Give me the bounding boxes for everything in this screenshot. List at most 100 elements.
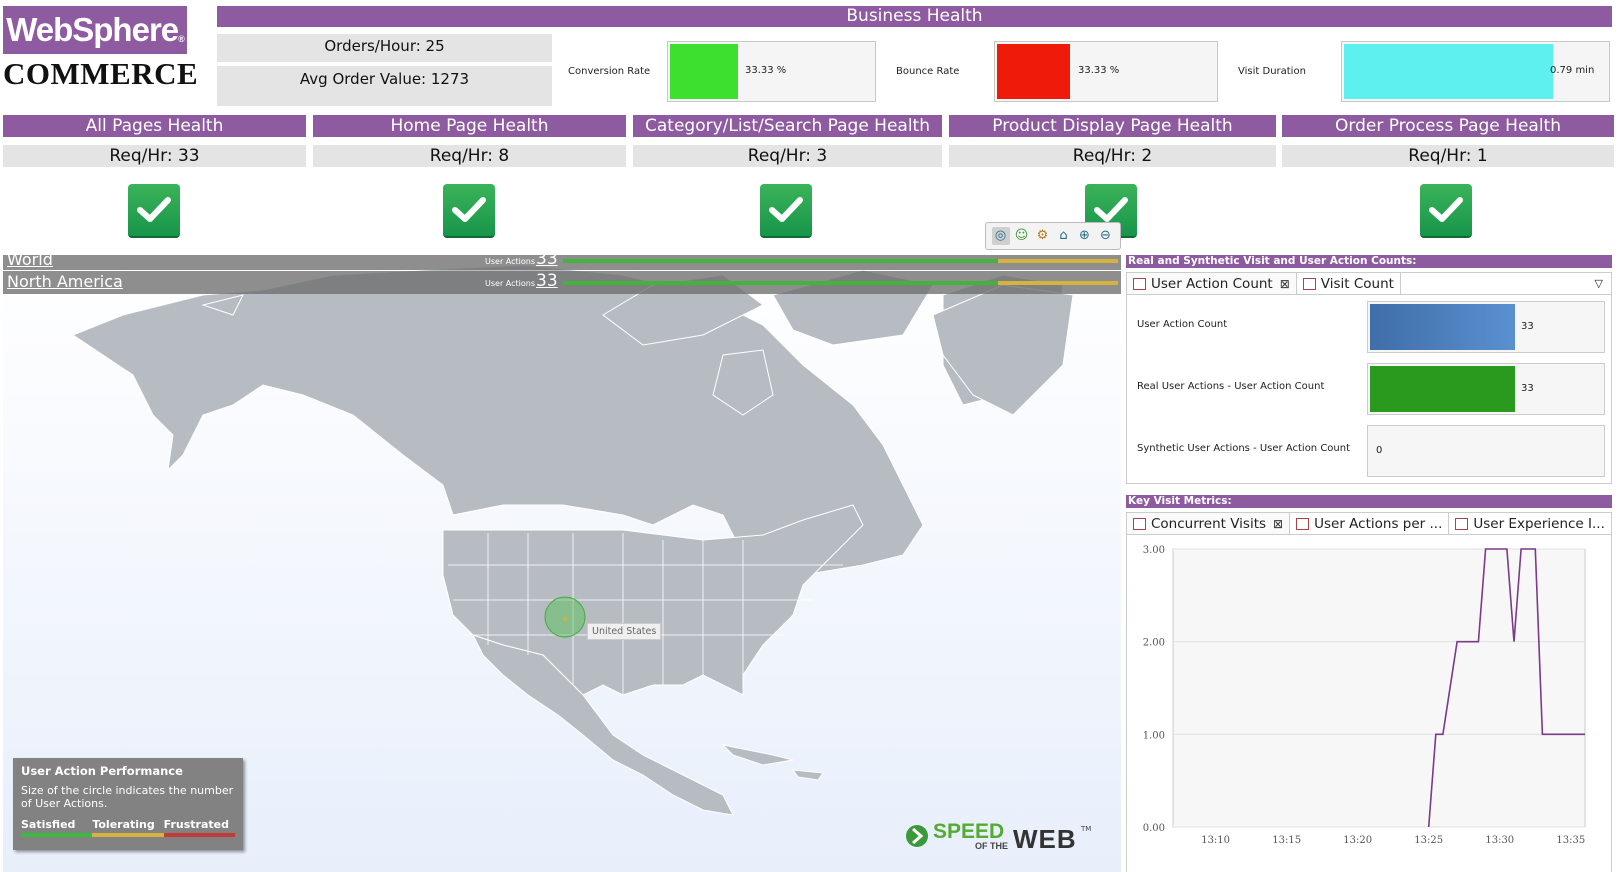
tab-label: User Actions per ... (1314, 515, 1443, 532)
y-tick-label: 3.00 (1143, 545, 1165, 556)
orders-per-hour: Orders/Hour: 25 (217, 34, 552, 62)
legend-description: Size of the circle indicates the number … (21, 784, 234, 810)
x-tick-label: 13:15 (1272, 835, 1301, 846)
tab-label: Concurrent Visits (1151, 515, 1267, 532)
page-health-title: Product Display Page Health (949, 115, 1276, 137)
legend-items: Satisfied Tolerating Frustrated (21, 818, 235, 837)
region-link-north-america[interactable]: North America (7, 272, 123, 291)
map-legend: User Action Performance Size of the circ… (13, 758, 243, 850)
visit-duration-gauge: 0.79 min (1341, 41, 1610, 102)
ua-bar-tolerating (998, 281, 1118, 285)
user-icon[interactable]: ☺ (1013, 227, 1031, 245)
legend-title: User Action Performance (21, 764, 183, 778)
y-tick-label: 0.00 (1143, 823, 1165, 834)
ua-label: User Actions (485, 257, 535, 266)
page-health-category: Category/List/Search Page Health Req/Hr:… (633, 115, 942, 167)
tab-user-experience[interactable]: User Experience I... (1449, 513, 1612, 534)
chart-icon (1133, 277, 1146, 290)
commerce-logo: COMMERCE (3, 56, 199, 91)
chevron-down-icon[interactable]: ▽ (1587, 273, 1611, 294)
bounce-rate-fill (997, 44, 1070, 99)
page-health-title: Order Process Page Health (1282, 115, 1614, 137)
legend-tolerating: Tolerating (92, 818, 164, 837)
visit-counts-panel: Real and Synthetic Visit and User Action… (1126, 255, 1612, 484)
x-tick-label: 13:20 (1343, 835, 1372, 846)
key-visit-metrics-panel: Key Visit Metrics: Concurrent Visits ⊠ U… (1126, 495, 1620, 872)
websphere-logo: WebSphere ® (3, 6, 187, 54)
ua-label: User Actions (485, 279, 535, 288)
close-icon[interactable]: ⊠ (1273, 517, 1283, 531)
region-link-world[interactable]: World (7, 255, 53, 269)
page-health-title: Category/List/Search Page Health (633, 115, 942, 137)
visit-duration-fill (1344, 44, 1553, 99)
bar-box: 0 (1367, 425, 1605, 477)
tab-label: Visit Count (1320, 275, 1394, 292)
globe-icon[interactable]: ◎ (991, 227, 1010, 245)
home-icon[interactable]: ⌂ (1055, 227, 1073, 245)
world-map[interactable]: United States World User Actions 33 Nort… (3, 255, 1121, 872)
line-chart: 0.00 1.00 2.00 3.00 13:10 13:15 13:20 13:25 13:3… (1143, 545, 1586, 846)
bounce-rate-gauge: 33.33 % (994, 41, 1218, 102)
visit-counts-bars: User Action Count 33 Real User Actions -… (1126, 294, 1612, 484)
page-health-title: Home Page Health (313, 115, 626, 137)
conversion-rate-gauge: 33.33 % (667, 41, 876, 102)
page-health-all: All Pages Health Req/Hr: 33 (3, 115, 306, 167)
visit-duration-label: Visit Duration (1238, 66, 1306, 77)
zoom-in-icon[interactable]: ⊕ (1076, 227, 1094, 245)
bar-label: Synthetic User Actions - User Action Cou… (1137, 443, 1351, 454)
bar-fill (1370, 304, 1515, 350)
location-tooltip: United States (587, 623, 662, 640)
bounce-rate-label: Bounce Rate (896, 66, 960, 77)
conversion-rate-label: Conversion Rate (568, 66, 651, 77)
key-visit-metrics-tabs: Concurrent Visits ⊠ User Actions per ...… (1126, 512, 1620, 534)
ua-value[interactable]: 33 (536, 255, 558, 269)
tab-visit-count[interactable]: Visit Count (1297, 273, 1401, 294)
tab-user-actions-per[interactable]: User Actions per ... (1290, 513, 1450, 534)
legend-satisfied: Satisfied (21, 818, 93, 837)
status-ok-icon (128, 184, 180, 238)
chart-icon (1455, 517, 1469, 530)
visit-counts-tabs: User Action Count ⊠ Visit Count ▽ (1126, 272, 1612, 294)
page-health-req: Req/Hr: 33 (3, 145, 306, 167)
tab-label: User Experience I... (1473, 515, 1605, 532)
page-health-req: Req/Hr: 3 (633, 145, 942, 167)
bounce-rate-value: 33.33 % (1078, 65, 1120, 76)
chart-icon (1296, 517, 1310, 530)
zoom-out-icon[interactable]: ⊖ (1097, 227, 1115, 245)
bar-row-user-action-count: User Action Count 33 (1127, 295, 1611, 357)
bar-value: 33 (1521, 321, 1534, 332)
bar-box: 33 (1367, 301, 1605, 353)
tab-label: User Action Count (1151, 275, 1273, 292)
ua-value[interactable]: 33 (536, 271, 558, 291)
page-health-home: Home Page Health Req/Hr: 8 (313, 115, 626, 167)
x-tick-label: 13:10 (1201, 835, 1230, 846)
speed-of-the-web-logo: SPEED OF THE WEB TM (905, 820, 1105, 856)
visit-duration-value: 0.79 min (1550, 65, 1595, 76)
close-icon[interactable]: ⊠ (1280, 277, 1290, 291)
tab-user-action-count[interactable]: User Action Count ⊠ (1127, 273, 1297, 294)
region-row-north-america[interactable]: North America User Actions 33 (3, 271, 1121, 294)
bar-box: 33 (1367, 363, 1605, 415)
y-tick-label: 2.00 (1143, 638, 1165, 649)
status-ok-icon (443, 184, 495, 238)
tab-concurrent-visits[interactable]: Concurrent Visits ⊠ (1127, 513, 1291, 534)
chevron-down-icon[interactable]: ▽ (1612, 513, 1620, 534)
key-visit-metrics-header: Key Visit Metrics: (1126, 495, 1612, 508)
ua-bar-tolerating (998, 259, 1118, 263)
page-health-title: All Pages Health (3, 115, 306, 137)
page-health-req: Req/Hr: 1 (1282, 145, 1614, 167)
business-health-title: Business Health (217, 6, 1612, 27)
visit-counts-header: Real and Synthetic Visit and User Action… (1126, 255, 1612, 268)
bar-row-synthetic-user-actions: Synthetic User Actions - User Action Cou… (1127, 419, 1611, 481)
page-health-req: Req/Hr: 8 (313, 145, 626, 167)
avg-order-value: Avg Order Value: 1273 (217, 66, 552, 106)
user-settings-icon[interactable]: ⚙ (1034, 227, 1052, 245)
x-tick-label: 13:25 (1414, 835, 1443, 846)
page-health-req: Req/Hr: 2 (949, 145, 1276, 167)
concurrent-visits-chart: 0.00 1.00 2.00 3.00 13:10 13:15 13:20 13:25 13:3… (1126, 534, 1612, 872)
page-health-product: Product Display Page Health Req/Hr: 2 (949, 115, 1276, 167)
status-ok-icon (1420, 184, 1472, 238)
region-row-world[interactable]: World User Actions 33 (3, 255, 1121, 270)
status-ok-icon (760, 184, 812, 238)
plot-area (1172, 548, 1586, 828)
